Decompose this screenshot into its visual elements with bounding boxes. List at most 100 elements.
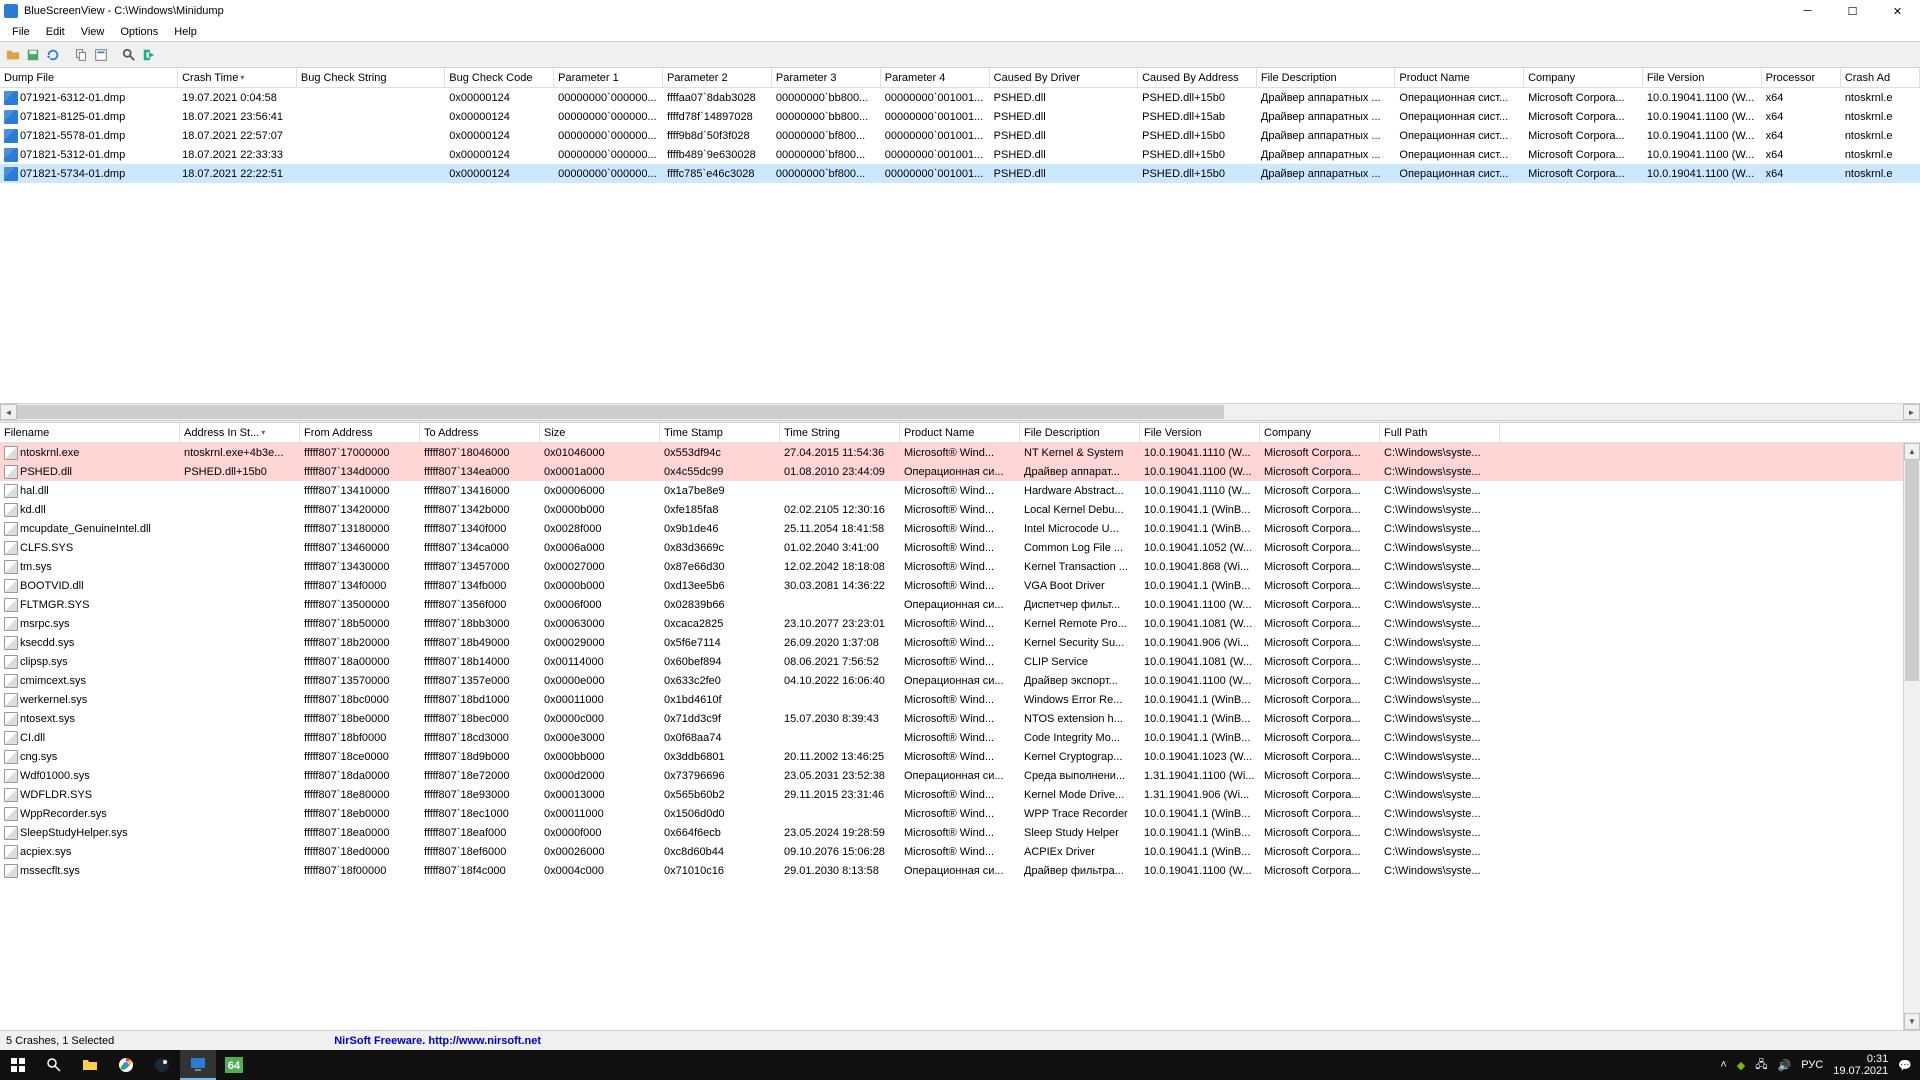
maximize-button[interactable]: ☐: [1830, 0, 1875, 22]
menu-view[interactable]: View: [73, 24, 113, 40]
module-row[interactable]: cmimcext.sysfffff807`13570000fffff807`13…: [0, 671, 1903, 690]
cell: C:\Windows\syste...: [1380, 751, 1500, 763]
column-header[interactable]: Bug Check String: [297, 68, 445, 87]
menu-file[interactable]: File: [4, 24, 38, 40]
column-header[interactable]: To Address: [420, 423, 540, 442]
column-header[interactable]: Crash Ad: [1841, 68, 1920, 87]
module-row[interactable]: ksecdd.sysfffff807`18b20000fffff807`18b4…: [0, 633, 1903, 652]
network-tray-icon[interactable]: 🖧: [1755, 1056, 1767, 1075]
module-row[interactable]: Wdf01000.sysfffff807`18da0000fffff807`18…: [0, 766, 1903, 785]
column-header[interactable]: Size: [540, 423, 660, 442]
nirsoft-link[interactable]: NirSoft Freeware. http://www.nirsoft.net: [334, 1035, 541, 1047]
refresh-icon[interactable]: [44, 46, 62, 64]
column-header[interactable]: Filename: [0, 423, 180, 442]
module-row[interactable]: mcupdate_GenuineIntel.dllfffff807`131800…: [0, 519, 1903, 538]
column-header[interactable]: File Description: [1257, 68, 1396, 87]
nvidia-tray-icon[interactable]: ◆: [1737, 1059, 1745, 1072]
close-button[interactable]: ✕: [1875, 0, 1920, 22]
find-icon[interactable]: [120, 46, 138, 64]
column-header[interactable]: Dump File: [0, 68, 178, 87]
properties-icon[interactable]: [92, 46, 110, 64]
column-header[interactable]: Parameter 3: [772, 68, 881, 87]
column-header[interactable]: Time String: [780, 423, 900, 442]
minimize-button[interactable]: ─: [1785, 0, 1830, 22]
start-button[interactable]: [0, 1050, 36, 1080]
explorer-icon[interactable]: [72, 1050, 108, 1080]
clock[interactable]: 0:3119.07.2021: [1833, 1053, 1888, 1077]
crashes-body[interactable]: 071921-6312-01.dmp19.07.2021 0:04:580x00…: [0, 88, 1920, 183]
cell: Операционная си...: [900, 865, 1020, 877]
module-row[interactable]: msrpc.sysfffff807`18b50000fffff807`18bb3…: [0, 614, 1903, 633]
column-header[interactable]: Caused By Address: [1138, 68, 1257, 87]
module-row[interactable]: ntosext.sysfffff807`18be0000fffff807`18b…: [0, 709, 1903, 728]
search-icon[interactable]: [36, 1050, 72, 1080]
chrome-icon[interactable]: [108, 1050, 144, 1080]
module-row[interactable]: BOOTVID.dllfffff807`134f0000fffff807`134…: [0, 576, 1903, 595]
module-row[interactable]: werkernel.sysfffff807`18bc0000fffff807`1…: [0, 690, 1903, 709]
cell: 10.0.19041.1100 (W...: [1643, 111, 1762, 123]
menu-edit[interactable]: Edit: [38, 24, 73, 40]
module-row[interactable]: WDFLDR.SYSfffff807`18e80000fffff807`18e9…: [0, 785, 1903, 804]
column-header[interactable]: Time Stamp: [660, 423, 780, 442]
cell: 10.0.19041.1 (WinB...: [1140, 808, 1260, 820]
crash-row[interactable]: 071821-5578-01.dmp18.07.2021 22:57:070x0…: [0, 126, 1920, 145]
column-header[interactable]: File Version: [1643, 68, 1762, 87]
v-scrollbar-bottom[interactable]: ▲▼: [1903, 443, 1920, 1030]
crash-row[interactable]: 071921-6312-01.dmp19.07.2021 0:04:580x00…: [0, 88, 1920, 107]
cell: Microsoft Corpora...: [1524, 149, 1643, 161]
column-header[interactable]: Parameter 2: [663, 68, 772, 87]
crash-row[interactable]: 071821-5312-01.dmp18.07.2021 22:33:330x0…: [0, 145, 1920, 164]
tray-chevron-icon[interactable]: ˄: [1720, 1059, 1726, 1071]
volume-tray-icon[interactable]: 🔊: [1778, 1059, 1792, 1072]
save-icon[interactable]: [24, 46, 42, 64]
system-tray[interactable]: ˄ ◆ 🖧 🔊 РУС 0:3119.07.2021 💬: [1720, 1053, 1920, 1077]
module-row[interactable]: ntoskrnl.exentoskrnl.exe+4b3e...fffff807…: [0, 443, 1903, 462]
notifications-icon[interactable]: 💬: [1898, 1059, 1912, 1072]
module-row[interactable]: WppRecorder.sysfffff807`18eb0000fffff807…: [0, 804, 1903, 823]
column-header[interactable]: Full Path: [1380, 423, 1500, 442]
menu-help[interactable]: Help: [166, 24, 205, 40]
module-row[interactable]: FLTMGR.SYSfffff807`13500000fffff807`1356…: [0, 595, 1903, 614]
module-row[interactable]: SleepStudyHelper.sysfffff807`18ea0000fff…: [0, 823, 1903, 842]
h-scrollbar-top[interactable]: ◄►: [0, 403, 1920, 420]
module-row[interactable]: clipsp.sysfffff807`18a00000fffff807`18b1…: [0, 652, 1903, 671]
column-header[interactable]: File Version: [1140, 423, 1260, 442]
crash-row[interactable]: 071821-5734-01.dmp18.07.2021 22:22:510x0…: [0, 164, 1920, 183]
column-header[interactable]: Company: [1260, 423, 1380, 442]
menu-options[interactable]: Options: [112, 24, 166, 40]
module-row[interactable]: CI.dllfffff807`18bf0000fffff807`18cd3000…: [0, 728, 1903, 747]
column-header[interactable]: Product Name: [900, 423, 1020, 442]
module-row[interactable]: tm.sysfffff807`13430000fffff807`13457000…: [0, 557, 1903, 576]
cell: 10.0.19041.1100 (W...: [1140, 599, 1260, 611]
module-row[interactable]: hal.dllfffff807`13410000fffff807`1341600…: [0, 481, 1903, 500]
copy-icon[interactable]: [72, 46, 90, 64]
open-icon[interactable]: [4, 46, 22, 64]
module-row[interactable]: cng.sysfffff807`18ce0000fffff807`18d9b00…: [0, 747, 1903, 766]
crash-row[interactable]: 071821-8125-01.dmp18.07.2021 23:56:410x0…: [0, 107, 1920, 126]
column-header[interactable]: Address In St...▾: [180, 423, 300, 442]
column-header[interactable]: Processor: [1762, 68, 1841, 87]
column-header[interactable]: From Address: [300, 423, 420, 442]
column-header[interactable]: Crash Time▾: [178, 68, 297, 87]
column-header[interactable]: File Description: [1020, 423, 1140, 442]
column-header[interactable]: Bug Check Code: [445, 68, 554, 87]
module-row[interactable]: mssecflt.sysfffff807`18f00000fffff807`18…: [0, 861, 1903, 880]
cell: 10.0.19041.1 (WinB...: [1140, 846, 1260, 858]
column-header[interactable]: Parameter 1: [554, 68, 663, 87]
module-row[interactable]: acpiex.sysfffff807`18ed0000fffff807`18ef…: [0, 842, 1903, 861]
module-row[interactable]: PSHED.dllPSHED.dll+15b0fffff807`134d0000…: [0, 462, 1903, 481]
column-header[interactable]: Product Name: [1395, 68, 1524, 87]
module-row[interactable]: CLFS.SYSfffff807`13460000fffff807`134ca0…: [0, 538, 1903, 557]
modules-body[interactable]: ntoskrnl.exentoskrnl.exe+4b3e...fffff807…: [0, 443, 1903, 880]
cell: fffff807`13500000: [300, 599, 420, 611]
exit-icon[interactable]: [140, 46, 158, 64]
language-indicator[interactable]: РУС: [1801, 1059, 1823, 1071]
column-header[interactable]: Caused By Driver: [990, 68, 1138, 87]
column-header[interactable]: Company: [1524, 68, 1643, 87]
column-header[interactable]: Parameter 4: [881, 68, 990, 87]
bluescreenview-taskbar-icon[interactable]: [180, 1050, 216, 1080]
steam-icon[interactable]: [144, 1050, 180, 1080]
module-row[interactable]: kd.dllfffff807`13420000fffff807`1342b000…: [0, 500, 1903, 519]
cell: 0x5f6e7114: [660, 637, 780, 649]
x64-icon[interactable]: 64: [216, 1050, 252, 1080]
